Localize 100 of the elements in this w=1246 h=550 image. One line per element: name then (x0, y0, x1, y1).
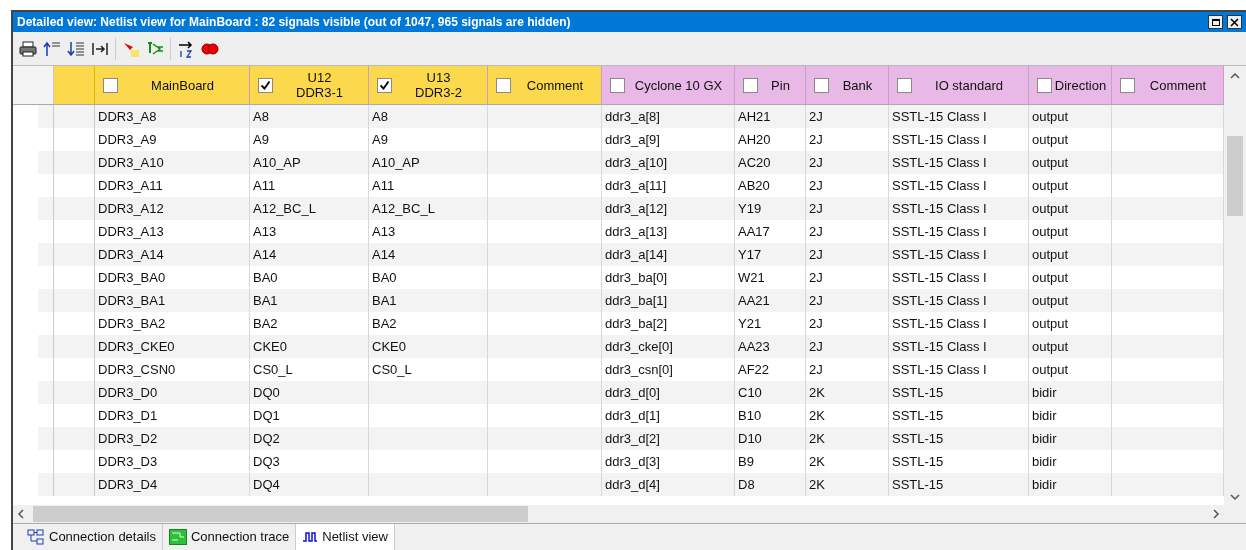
column-header[interactable]: U13 DDR3-2 (369, 66, 488, 104)
column-title: IO standard (935, 77, 1003, 93)
table-cell: A9 (369, 128, 488, 151)
align-bottom-icon[interactable] (67, 39, 85, 58)
table-cell: bidir (1029, 427, 1112, 450)
column-header[interactable]: Bank (806, 66, 889, 104)
table-cell: output (1029, 243, 1112, 266)
table-cell: D10 (735, 427, 806, 450)
table-cell: output (1029, 312, 1112, 335)
printer-icon[interactable] (19, 39, 37, 58)
column-title: DDR3-2 (415, 85, 462, 100)
view-tab[interactable]: Netlist view (296, 524, 395, 550)
table-cell: ddr3_ba[2] (602, 312, 735, 335)
column-header[interactable]: Cyclone 10 GX (602, 66, 735, 104)
table-cell: ddr3_ba[1] (602, 289, 735, 312)
table-cell: SSTL-15 (889, 381, 1029, 404)
table-cell: ddr3_csn[0] (602, 358, 735, 381)
table-cell: A13 (250, 220, 369, 243)
column-checkbox[interactable] (743, 77, 758, 93)
table-cell: DDR3_CKE0 (95, 335, 250, 358)
table-cell: CKE0 (369, 335, 488, 358)
table-cell: DDR3_A10 (95, 151, 250, 174)
horizontal-scrollbar[interactable] (13, 505, 1224, 523)
table-cell: 2J (806, 220, 889, 243)
column-header[interactable]: IO standard (889, 66, 1029, 104)
table-cell: SSTL-15 Class I (889, 151, 1029, 174)
column-header[interactable]: Direction (1029, 66, 1112, 104)
table-cell: ddr3_d[1] (602, 404, 735, 427)
column-checkbox[interactable] (610, 77, 625, 93)
column-checkbox[interactable] (814, 77, 829, 93)
table-cell: output (1029, 105, 1112, 128)
table-cell: AA23 (735, 335, 806, 358)
column-title: Direction (1054, 77, 1107, 93)
column-checkbox[interactable] (103, 77, 118, 93)
table-cell: Y21 (735, 312, 806, 335)
table-cell: A8 (250, 105, 369, 128)
table-cell: A10_AP (250, 151, 369, 174)
table-cell: SSTL-15 Class I (889, 197, 1029, 220)
column-title: Pin (771, 77, 790, 93)
column-title: Comment (526, 77, 584, 93)
table-cell: CS0_L (369, 358, 488, 381)
column-header[interactable]: Pin (735, 66, 806, 104)
table-cell: DDR3_BA1 (95, 289, 250, 312)
table-cell: DQ2 (250, 427, 369, 450)
table-cell: AC20 (735, 151, 806, 174)
table-cell: 2K (806, 381, 889, 404)
arrow-lines-icon[interactable] (146, 39, 164, 58)
table-cell: AA17 (735, 220, 806, 243)
column-header[interactable]: Comment (488, 66, 602, 104)
close-button[interactable] (1227, 15, 1242, 29)
column-checkbox[interactable] (258, 77, 273, 93)
table-cell: ddr3_a[9] (602, 128, 735, 151)
column-title: DDR3-1 (296, 85, 343, 100)
table-cell: 2J (806, 105, 889, 128)
column-checkbox[interactable] (496, 77, 511, 93)
table-cell: SSTL-15 Class I (889, 266, 1029, 289)
vertical-scrollbar[interactable] (1224, 66, 1246, 523)
table-cell: Y19 (735, 197, 806, 220)
align-top-icon[interactable] (43, 39, 61, 58)
table-cell: output (1029, 151, 1112, 174)
table-cell: A12_BC_L (369, 197, 488, 220)
column-checkbox[interactable] (377, 77, 392, 93)
table-cell: ddr3_a[10] (602, 151, 735, 174)
table-cell: output (1029, 335, 1112, 358)
column-header[interactable]: Comment (1112, 66, 1224, 104)
table-cell: SSTL-15 (889, 450, 1029, 473)
table-cell: SSTL-15 Class I (889, 174, 1029, 197)
column-checkbox[interactable] (1120, 77, 1135, 93)
renumber-icon[interactable] (177, 39, 195, 58)
scrollbar-thumb[interactable] (33, 506, 528, 522)
table-cell: BA1 (369, 289, 488, 312)
table-cell: output (1029, 220, 1112, 243)
table-cell: BA1 (250, 289, 369, 312)
table-cell: Y17 (735, 243, 806, 266)
scrollbar-thumb[interactable] (1227, 136, 1243, 216)
column-header[interactable]: MainBoard (95, 66, 250, 104)
table-cell: ddr3_a[8] (602, 105, 735, 128)
column-checkbox[interactable] (897, 77, 912, 93)
table-cell: CKE0 (250, 335, 369, 358)
pulse-icon (302, 531, 319, 543)
table-cell: ddr3_d[0] (602, 381, 735, 404)
table-cell: 2J (806, 243, 889, 266)
table-cell: W21 (735, 266, 806, 289)
table-cell: 2J (806, 174, 889, 197)
column-title: U12 (307, 70, 332, 85)
table-cell: ddr3_a[12] (602, 197, 735, 220)
table-cell (53, 243, 95, 266)
table-cell: 2K (806, 473, 889, 496)
maximize-button[interactable] (1208, 15, 1223, 29)
table-cell: SSTL-15 Class I (889, 128, 1029, 151)
column-title: Bank (842, 77, 873, 93)
column-header[interactable]: U12 DDR3-1 (250, 66, 369, 104)
table-cell: AH21 (735, 105, 806, 128)
table-cell: AB20 (735, 174, 806, 197)
column-checkbox[interactable] (1037, 77, 1052, 93)
table-cell: bidir (1029, 404, 1112, 427)
column-title: Comment (1149, 77, 1207, 93)
table-cell: DQ4 (250, 473, 369, 496)
table-cell: output (1029, 289, 1112, 312)
table-cell: bidir (1029, 473, 1112, 496)
